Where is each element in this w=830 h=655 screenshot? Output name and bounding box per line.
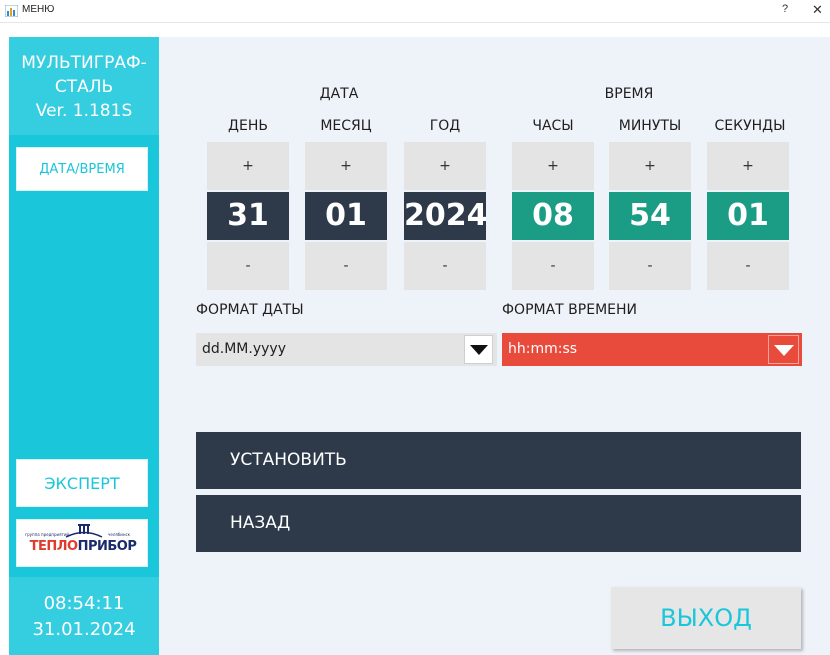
minutes-stepper: + 54 -: [609, 142, 691, 290]
datetime-button[interactable]: ДАТА/ВРЕМЯ: [16, 147, 148, 191]
month-decrement-button[interactable]: -: [305, 242, 387, 290]
day-increment-button[interactable]: +: [207, 142, 289, 190]
back-button[interactable]: НАЗАД: [196, 495, 801, 552]
close-button[interactable]: ✕: [812, 2, 823, 18]
time-format-value: hh:mm:ss: [508, 341, 578, 357]
logo-caption-right: челябинск: [108, 532, 131, 537]
date-format-dropdown[interactable]: dd.MM.yyyy: [196, 333, 497, 366]
day-decrement-button[interactable]: -: [207, 242, 289, 290]
year-increment-button[interactable]: +: [404, 142, 486, 190]
hours-stepper: + 08 -: [512, 142, 594, 290]
time-section-title: ВРЕМЯ: [604, 86, 654, 102]
logo-text: ТЕПЛОПРИБОР: [17, 539, 149, 554]
time-format-label: ФОРМАТ ВРЕМЕНИ: [502, 302, 637, 318]
sidebar: МУЛЬТИГРАФ- СТАЛЬ Ver. 1.181S ДАТА/ВРЕМЯ…: [9, 37, 159, 655]
year-value: 2024: [404, 192, 488, 240]
company-logo: группа предприятий челябинск ТЕПЛОПРИБОР: [16, 519, 148, 567]
expert-button[interactable]: ЭКСПЕРТ: [16, 459, 148, 507]
help-button[interactable]: ?: [782, 3, 788, 15]
year-decrement-button[interactable]: -: [404, 242, 486, 290]
current-clock: 08:54:11 31.01.2024: [9, 577, 159, 655]
set-button[interactable]: УСТАНОВИТЬ: [196, 432, 801, 489]
logo-text-part2: ПРИБОР: [77, 539, 137, 554]
minutes-value: 54: [609, 192, 691, 240]
date-section-title: ДАТА: [319, 86, 359, 102]
chevron-down-icon[interactable]: [768, 335, 799, 364]
seconds-increment-button[interactable]: +: [707, 142, 789, 190]
hours-label: ЧАСЫ: [532, 118, 574, 134]
clock-time: 08:54:11: [43, 593, 125, 614]
logo-text-part1: ТЕПЛО: [29, 539, 78, 554]
seconds-label: СЕКУНДЫ: [714, 118, 786, 134]
app-name-line2: СТАЛЬ: [54, 77, 114, 97]
window-title-bar: МЕНЮ ? ✕: [0, 0, 830, 23]
chevron-down-icon[interactable]: [464, 335, 493, 364]
building-icon: [65, 524, 103, 538]
month-increment-button[interactable]: +: [305, 142, 387, 190]
date-format-label: ФОРМАТ ДАТЫ: [196, 302, 304, 318]
app-chart-icon: [5, 5, 18, 17]
day-stepper: + 31 -: [207, 142, 289, 290]
month-value: 01: [305, 192, 387, 240]
hours-decrement-button[interactable]: -: [512, 242, 594, 290]
main-panel: ДАТА ВРЕМЯ ДЕНЬ МЕСЯЦ ГОД ЧАСЫ МИНУТЫ СЕ…: [159, 37, 830, 655]
minutes-decrement-button[interactable]: -: [609, 242, 691, 290]
logo-caption-left: группа предприятий: [25, 532, 70, 537]
hours-value: 08: [512, 192, 594, 240]
date-format-value: dd.MM.yyyy: [202, 341, 286, 357]
year-label: ГОД: [429, 118, 461, 134]
seconds-decrement-button[interactable]: -: [707, 242, 789, 290]
exit-button[interactable]: ВЫХОД: [611, 587, 801, 649]
month-stepper: + 01 -: [305, 142, 387, 290]
day-label: ДЕНЬ: [228, 118, 268, 134]
year-stepper: + 2024 -: [404, 142, 488, 290]
month-label: МЕСЯЦ: [320, 118, 372, 134]
clock-date: 31.01.2024: [32, 619, 136, 640]
app-version: Ver. 1.181S: [35, 101, 133, 121]
time-format-dropdown[interactable]: hh:mm:ss: [502, 333, 802, 366]
app-info: МУЛЬТИГРАФ- СТАЛЬ Ver. 1.181S: [9, 37, 159, 135]
minutes-label: МИНУТЫ: [618, 118, 682, 134]
day-value: 31: [207, 192, 289, 240]
app-name-line1: МУЛЬТИГРАФ-: [21, 53, 147, 73]
seconds-value: 01: [707, 192, 789, 240]
hours-increment-button[interactable]: +: [512, 142, 594, 190]
window-title: МЕНЮ: [22, 4, 55, 15]
seconds-stepper: + 01 -: [707, 142, 789, 290]
minutes-increment-button[interactable]: +: [609, 142, 691, 190]
